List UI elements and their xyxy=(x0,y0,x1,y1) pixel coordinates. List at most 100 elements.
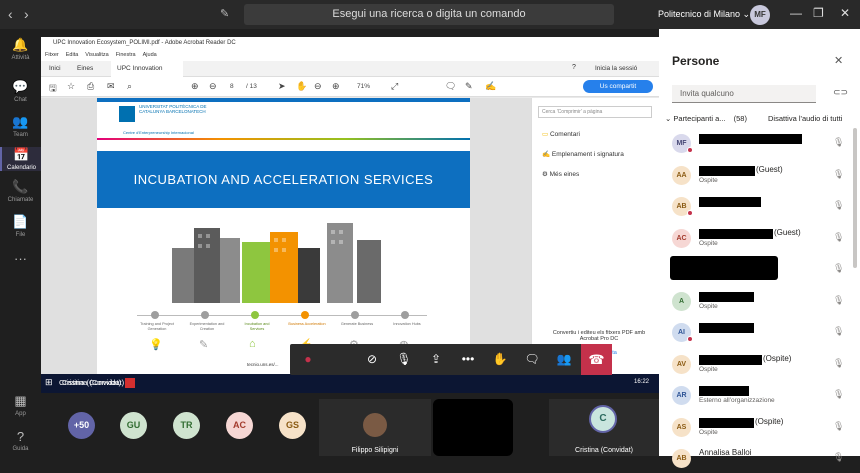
raise-hand-icon[interactable]: ✋ xyxy=(484,344,516,375)
mic-muted-icon[interactable]: 🎙 xyxy=(833,421,844,432)
tab-eines[interactable]: Eines xyxy=(71,61,99,77)
avatar[interactable]: MF xyxy=(750,5,770,25)
minimize-icon[interactable]: — xyxy=(790,6,802,20)
save-icon[interactable]: 🖫 xyxy=(49,81,57,97)
rail-item-teams[interactable]: 👥 Team xyxy=(0,114,41,138)
comment-tool[interactable]: ▭ Comentari xyxy=(542,130,580,138)
link-icon[interactable]: ⊂⊃ xyxy=(833,87,848,98)
participant-avatar[interactable]: GS xyxy=(279,412,306,439)
mic-muted-icon[interactable]: 🎙 xyxy=(833,200,844,211)
participant-avatar[interactable]: AC xyxy=(226,412,253,439)
participants-icon[interactable]: 👥 xyxy=(548,344,580,375)
participant-row[interactable]: A Ospite 🎙 xyxy=(659,288,849,316)
rail-item-bell[interactable]: 🔔 Attività xyxy=(0,37,41,61)
mic-muted-icon[interactable]: 🎙 xyxy=(833,389,844,400)
zoom-level[interactable]: 71% xyxy=(357,83,370,90)
participant-tile-cristina[interactable]: C Cristina (Convidat) xyxy=(549,399,659,456)
participant-tile-redacted[interactable] xyxy=(433,399,513,456)
mic-muted-icon[interactable]: 🎙 xyxy=(833,137,844,148)
menu-item[interactable]: Edita xyxy=(66,52,79,58)
back-arrow-icon[interactable]: ‹ xyxy=(8,6,13,22)
more-tools[interactable]: ⚙ Més eines xyxy=(542,170,579,178)
mic-off-icon[interactable]: 🎙 xyxy=(388,344,420,375)
menu-item[interactable]: Visualitza xyxy=(85,52,108,58)
shared-screen: UPC Innovation Ecosystem_POLIMI.pdf - Ad… xyxy=(41,37,659,393)
pen-icon[interactable]: ✎ xyxy=(465,81,473,92)
participant-row[interactable]: AS (Ospite) Ospite 🎙 xyxy=(659,414,849,442)
windows-start-icon[interactable]: ⊞ xyxy=(45,377,53,388)
mic-muted-icon[interactable]: 🎙 xyxy=(833,452,844,463)
tab-document[interactable]: UPC Innovation Ec... xyxy=(111,61,183,88)
tab-inici[interactable]: Inici xyxy=(43,61,67,77)
rail-item-help[interactable]: ? Guida xyxy=(0,429,41,452)
maximize-icon[interactable]: ❐ xyxy=(813,6,824,20)
menu-item[interactable]: Finestra xyxy=(116,52,136,58)
mic-muted-icon[interactable]: 🎙 xyxy=(833,263,844,274)
mail-icon[interactable]: ✉ xyxy=(107,81,115,92)
rail-item-phone[interactable]: 📞 Chiamate xyxy=(0,179,41,203)
participant-tile-filippo[interactable]: Filippo Silipigni xyxy=(319,399,431,456)
zoom-out-icon[interactable]: ⊖ xyxy=(314,81,322,92)
signin-link[interactable]: Inicia la sessió xyxy=(595,61,637,77)
rail-item-calendar[interactable]: 📅 Calendario xyxy=(0,147,41,171)
participant-row[interactable]: AB 🎙 xyxy=(659,193,849,221)
mic-muted-icon[interactable]: 🎙 xyxy=(833,358,844,369)
mic-muted-icon[interactable]: 🎙 xyxy=(833,295,844,306)
scrollbar[interactable] xyxy=(853,128,857,268)
participant-row[interactable]: AC (Guest) Ospite 🎙 xyxy=(659,225,849,253)
share-screen-icon[interactable]: ⇪ xyxy=(420,344,452,375)
search-icon[interactable]: ⌕ xyxy=(127,81,132,92)
participant-row[interactable]: AA (Guest) Ospite 🎙 xyxy=(659,162,849,190)
participant-row[interactable]: 🎙 xyxy=(659,256,849,284)
hand-icon[interactable]: ✋ xyxy=(296,81,307,92)
more-actions-icon[interactable]: ••• xyxy=(452,344,484,375)
comment-icon[interactable]: 🗨 xyxy=(445,81,456,92)
record-icon[interactable]: ● xyxy=(292,344,324,375)
share-button[interactable]: Us compartit xyxy=(583,80,653,93)
fit-page-icon[interactable]: ⤢ xyxy=(391,81,398,92)
fill-sign-tool[interactable]: ✍ Emplenament i signatura xyxy=(542,150,624,158)
rail-item-apps[interactable]: ▦ App xyxy=(0,393,41,417)
sign-icon[interactable]: ✍ xyxy=(485,81,496,92)
camera-off-icon[interactable]: ⊘ xyxy=(356,344,388,375)
help-icon[interactable]: ? xyxy=(572,64,576,71)
org-switcher[interactable]: Politecnico di Milano ⌄ xyxy=(658,9,750,20)
menu-item[interactable]: Fitxer xyxy=(45,52,59,58)
invite-input[interactable]: Invita qualcuno xyxy=(672,85,816,103)
participants-section-header[interactable]: ⌄ Partecipanti a... (58) xyxy=(665,114,747,123)
menu-item[interactable]: Ajuda xyxy=(143,52,157,58)
page-current[interactable]: 8 xyxy=(230,83,234,90)
rail-item-file[interactable]: 📄 File xyxy=(0,214,41,238)
forward-arrow-icon[interactable]: › xyxy=(24,6,29,22)
close-window-icon[interactable]: ✕ xyxy=(840,6,850,20)
star-icon[interactable]: ☆ xyxy=(67,81,75,92)
mic-muted-icon[interactable]: 🎙 xyxy=(833,232,844,243)
mic-muted-icon[interactable]: 🎙 xyxy=(833,169,844,180)
mic-muted-icon[interactable]: 🎙 xyxy=(833,326,844,337)
acrobat-taskbar-icon[interactable] xyxy=(125,378,135,388)
participant-avatar[interactable]: TR xyxy=(173,412,200,439)
participant-row[interactable]: MF 🎙 xyxy=(659,130,849,158)
chat-icon[interactable]: 🗨 xyxy=(516,344,548,375)
mute-all-button[interactable]: Disattiva l'audio di tutti xyxy=(768,114,842,123)
redacted-name xyxy=(699,228,773,239)
rail-item-chat[interactable]: 💬 Chat xyxy=(0,79,41,103)
print-icon[interactable]: ⎙ xyxy=(87,81,94,92)
cursor-icon[interactable]: ➤ xyxy=(278,81,286,92)
compose-icon[interactable]: ✎ xyxy=(220,7,229,20)
people-panel: Persone ✕ Invita qualcuno ⊂⊃ ⌄ Partecipa… xyxy=(659,29,860,468)
participant-row[interactable]: AI 🎙 xyxy=(659,319,849,347)
rail-item-more[interactable]: ··· xyxy=(0,251,41,268)
tools-search-input[interactable]: Cerca 'Comprimir' a pàgina xyxy=(538,106,652,118)
page-up-icon[interactable]: ⊕ xyxy=(191,81,199,92)
search-input[interactable]: Esegui una ricerca o digita un comando xyxy=(244,4,614,25)
participant-avatar[interactable]: GU xyxy=(120,412,147,439)
zoom-in-icon[interactable]: ⊕ xyxy=(332,81,340,92)
participant-row[interactable]: AV (Ospite) Ospite 🎙 xyxy=(659,351,849,379)
more-participants-badge[interactable]: +50 xyxy=(68,412,95,439)
close-icon[interactable]: ✕ xyxy=(834,54,843,67)
participant-row[interactable]: AB Annalisa Balloi 🎙 xyxy=(659,445,849,473)
participant-row[interactable]: AR Esterno all'organizzazione 🎙 xyxy=(659,382,849,410)
hang-up-button[interactable]: ☎ xyxy=(581,344,612,375)
page-down-icon[interactable]: ⊖ xyxy=(209,81,217,92)
